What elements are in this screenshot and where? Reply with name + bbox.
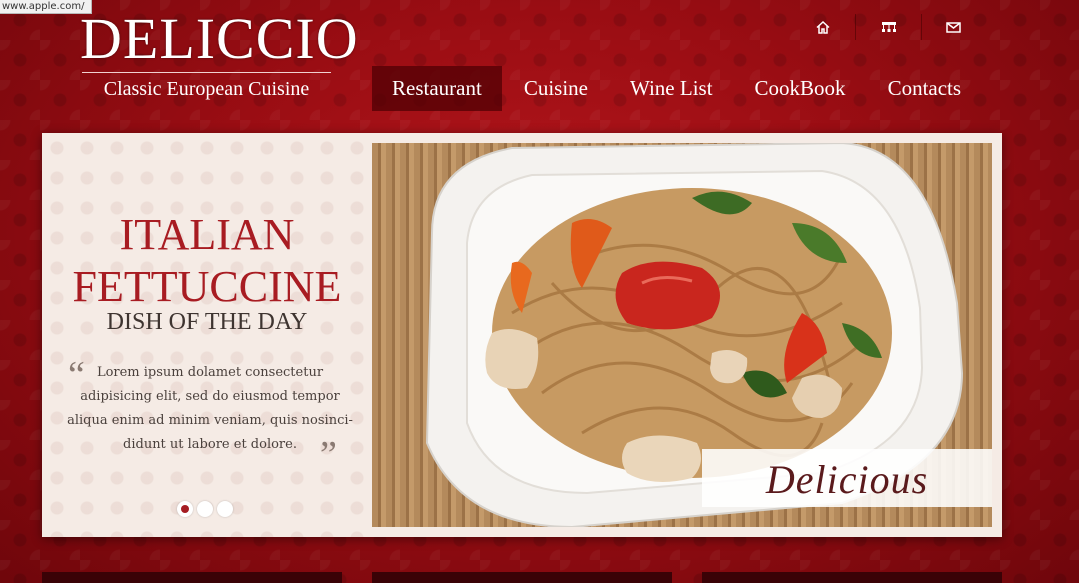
slider-dot-1[interactable] (177, 501, 193, 517)
slide-text-panel: ITALIAN FETTUCCINE DISH OF THE DAY “ Lor… (42, 133, 372, 537)
dish-title-line1: ITALIAN (119, 210, 295, 259)
slider-pagination (177, 501, 233, 517)
dish-subtitle: DISH OF THE DAY (106, 309, 308, 335)
featured-slider: ITALIAN FETTUCCINE DISH OF THE DAY “ Lor… (42, 133, 1002, 537)
sitemap-icon[interactable] (855, 14, 920, 40)
photo-caption: Delicious (702, 449, 992, 507)
bottom-panel-2 (372, 572, 672, 583)
nav-item-cuisine[interactable]: Cuisine (504, 66, 608, 111)
top-icon-bar (790, 14, 986, 40)
nav-item-wine-list[interactable]: Wine List (610, 66, 733, 111)
dish-photo: Delicious (372, 143, 992, 527)
close-quote-icon: ” (320, 434, 337, 476)
main-nav: Restaurant Cuisine Wine List CookBook Co… (372, 66, 983, 111)
dish-title: ITALIAN FETTUCCINE (42, 209, 372, 313)
logo-divider (82, 72, 331, 73)
logo-subtitle: Classic European Cuisine (103, 78, 310, 100)
home-icon[interactable] (790, 14, 855, 40)
logo-title: DELICCIO (80, 6, 359, 71)
dish-description: Lorem ipsum dolamet consectetur adipisic… (67, 365, 353, 452)
slider-dot-2[interactable] (197, 501, 213, 517)
nav-item-cookbook[interactable]: CookBook (735, 66, 866, 111)
nav-item-contacts[interactable]: Contacts (868, 66, 982, 111)
nav-item-restaurant[interactable]: Restaurant (372, 66, 502, 111)
bottom-panel-3 (702, 572, 1002, 583)
slider-dot-3[interactable] (217, 501, 233, 517)
dish-title-line2: FETTUCCINE (72, 262, 342, 311)
status-bar-url: www.apple.com/ (0, 0, 92, 14)
bottom-panel-1 (42, 572, 342, 583)
mail-icon[interactable] (920, 14, 986, 40)
site-logo[interactable]: DELICCIO Classic European Cuisine (80, 6, 359, 101)
